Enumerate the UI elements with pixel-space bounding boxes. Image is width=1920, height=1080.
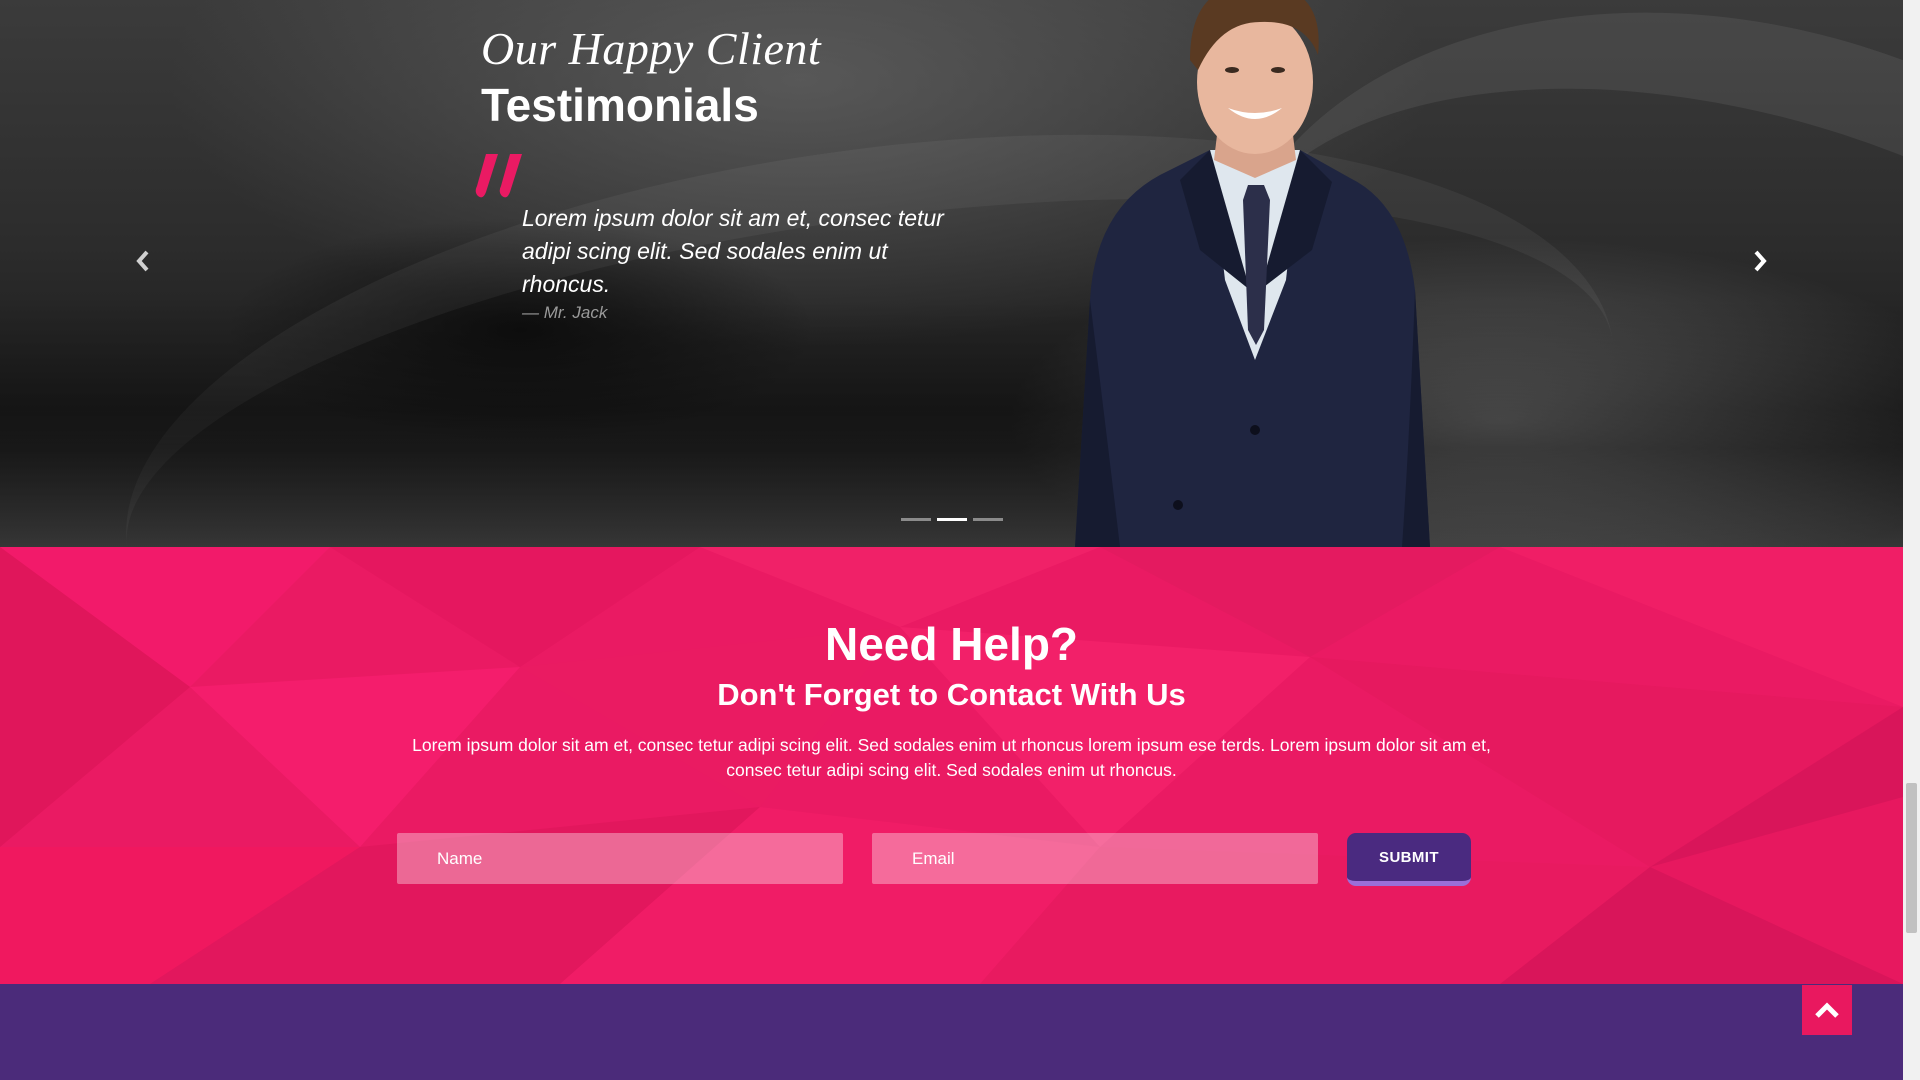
email-input[interactable] <box>872 833 1318 884</box>
scrollbar-thumb[interactable] <box>1906 783 1917 933</box>
footer <box>0 984 1903 1080</box>
section-heading: Testimonials <box>481 79 759 131</box>
contact-description: Lorem ipsum dolor sit am et, consec tetu… <box>412 735 1491 780</box>
testimonials-section: Our Happy Client Testimonials Lorem ipsu… <box>0 0 1903 547</box>
testimonial-author: — Mr. Jack <box>522 303 608 322</box>
background-shadow <box>0 300 1903 547</box>
carousel-indicators <box>901 518 1003 521</box>
page-scrollbar[interactable] <box>1903 0 1920 1080</box>
scroll-to-top-button[interactable] <box>1802 985 1852 1035</box>
client-portrait <box>1075 0 1430 547</box>
testimonial-quote: Lorem ipsum dolor sit am et, consec tetu… <box>522 205 944 297</box>
chevron-left-icon <box>136 250 149 272</box>
carousel-indicator[interactable] <box>901 518 931 521</box>
section-eyebrow: Our Happy Client <box>481 23 822 74</box>
contact-section: Need Help? Don't Forget to Contact With … <box>0 547 1903 984</box>
carousel-next-button[interactable] <box>1745 246 1775 276</box>
page: Our Happy Client Testimonials Lorem ipsu… <box>0 0 1903 1080</box>
chevron-up-icon <box>1815 1002 1839 1018</box>
carousel-indicator-active[interactable] <box>937 518 967 521</box>
carousel-prev-button[interactable] <box>128 246 158 276</box>
chevron-right-icon <box>1754 250 1767 272</box>
name-input[interactable] <box>397 833 843 884</box>
carousel-indicator[interactable] <box>973 518 1003 521</box>
contact-title: Need Help? <box>824 618 1079 670</box>
contact-subtitle: Don't Forget to Contact With Us <box>717 677 1186 712</box>
submit-button[interactable]: SUBMIT <box>1347 833 1471 886</box>
